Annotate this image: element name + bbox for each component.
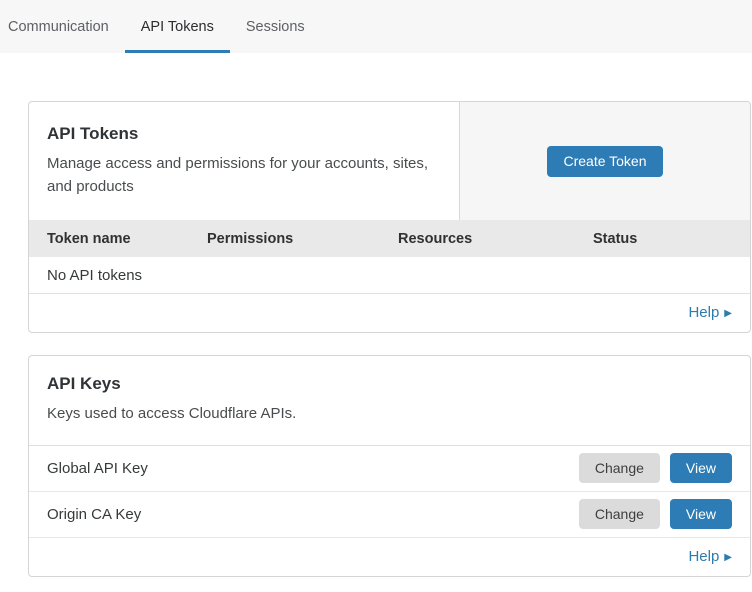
api-tokens-help-row: Help ▶ (29, 294, 750, 332)
api-tokens-card: API Tokens Manage access and permissions… (28, 101, 751, 333)
column-resources: Resources (398, 231, 593, 247)
column-token-name: Token name (47, 231, 207, 247)
token-table-header: Token name Permissions Resources Status (29, 220, 750, 257)
help-label: Help (688, 548, 719, 565)
api-tokens-description: Manage access and permissions for your a… (47, 153, 441, 198)
tab-api-tokens[interactable]: API Tokens (125, 0, 230, 53)
help-arrow-icon: ▶ (724, 308, 732, 319)
global-api-key-change-button[interactable]: Change (579, 453, 660, 483)
api-tokens-title: API Tokens (47, 124, 441, 144)
tab-bar: Communication API Tokens Sessions (0, 0, 752, 53)
api-tokens-card-header: API Tokens Manage access and permissions… (29, 102, 750, 220)
api-keys-help-link[interactable]: Help ▶ (688, 548, 732, 565)
origin-ca-key-label: Origin CA Key (47, 506, 141, 523)
api-tokens-card-header-text: API Tokens Manage access and permissions… (29, 102, 460, 220)
api-keys-description: Keys used to access Cloudflare APIs. (47, 403, 732, 426)
api-keys-card-header: API Keys Keys used to access Cloudflare … (29, 356, 750, 446)
origin-ca-key-view-button[interactable]: View (670, 499, 732, 529)
global-api-key-row: Global API Key Change View (29, 446, 750, 492)
help-label: Help (688, 304, 719, 321)
api-keys-help-row: Help ▶ (29, 538, 750, 576)
global-api-key-actions: Change View (579, 453, 732, 483)
origin-ca-key-row: Origin CA Key Change View (29, 492, 750, 538)
global-api-key-view-button[interactable]: View (670, 453, 732, 483)
column-permissions: Permissions (207, 231, 398, 247)
api-tokens-card-header-action: Create Token (460, 102, 750, 220)
api-keys-title: API Keys (47, 374, 732, 394)
create-token-button[interactable]: Create Token (547, 146, 662, 177)
api-tokens-help-link[interactable]: Help ▶ (688, 304, 732, 321)
api-keys-card: API Keys Keys used to access Cloudflare … (28, 355, 751, 577)
origin-ca-key-change-button[interactable]: Change (579, 499, 660, 529)
column-status: Status (593, 231, 732, 247)
tab-sessions[interactable]: Sessions (230, 0, 321, 53)
token-table-empty-row: No API tokens (29, 257, 750, 294)
tab-communication[interactable]: Communication (8, 0, 125, 53)
main-content: API Tokens Manage access and permissions… (0, 53, 752, 577)
origin-ca-key-actions: Change View (579, 499, 732, 529)
help-arrow-icon: ▶ (724, 552, 732, 563)
global-api-key-label: Global API Key (47, 460, 148, 477)
